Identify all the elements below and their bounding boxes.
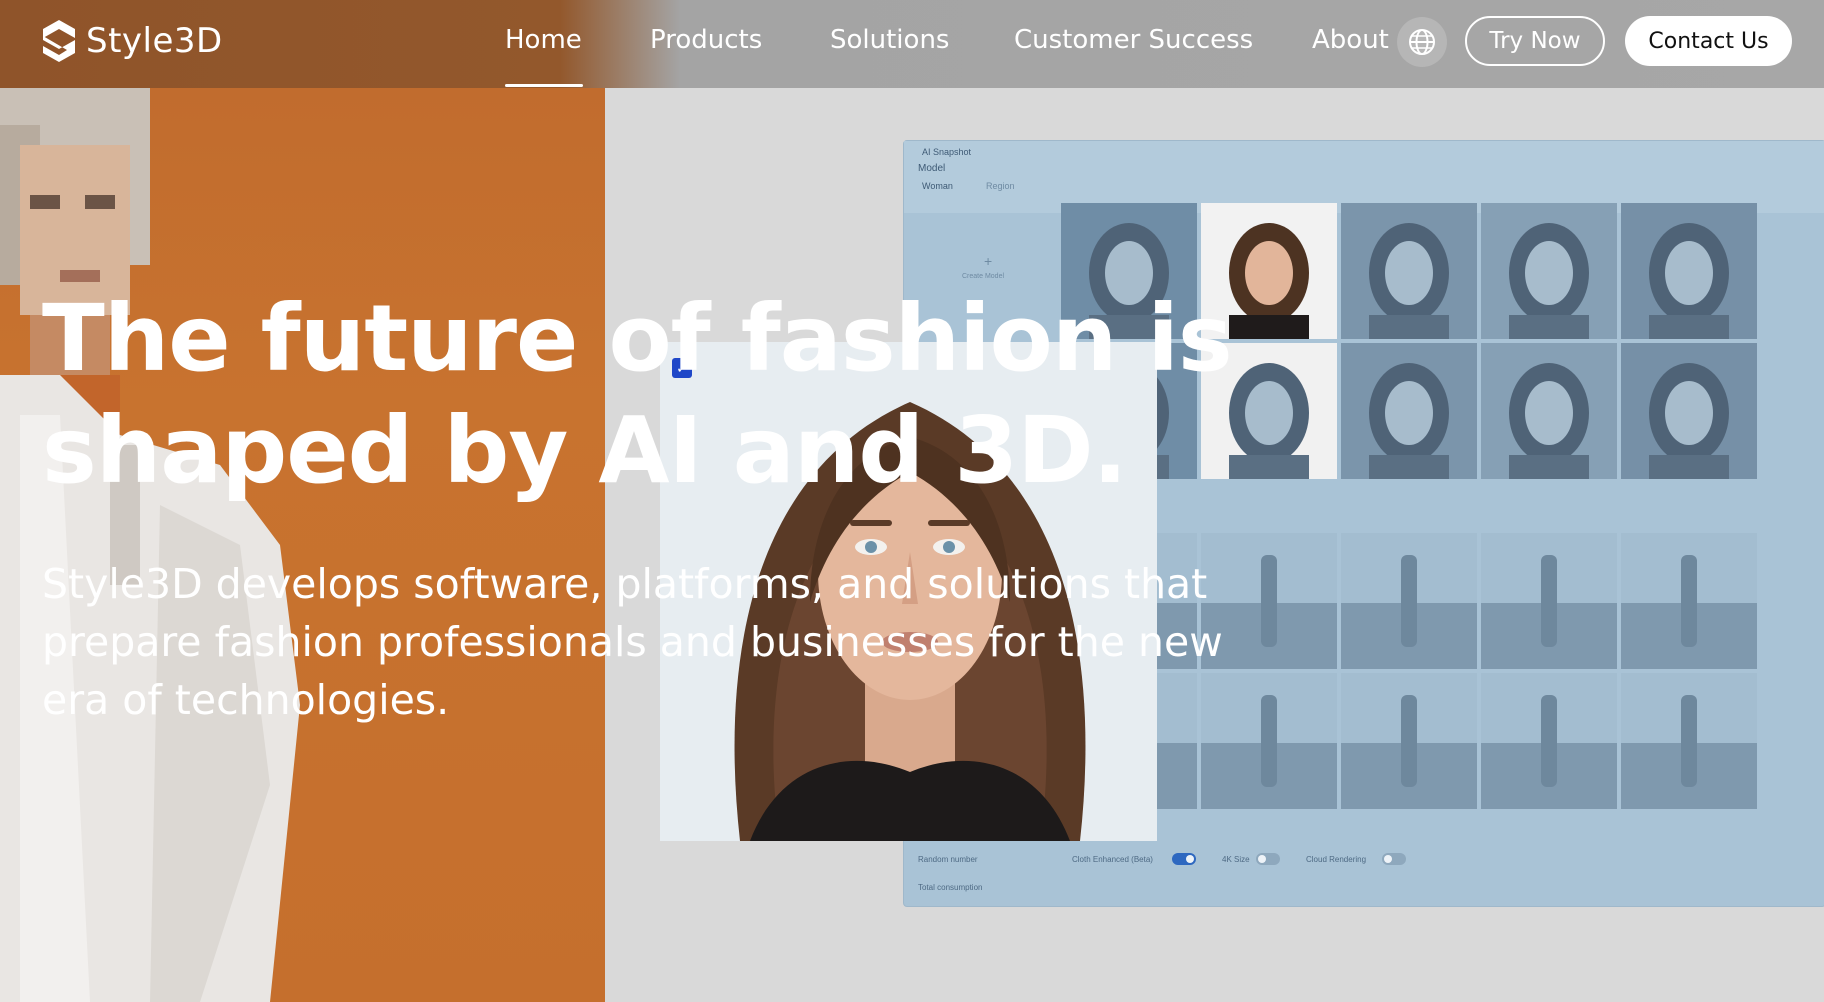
contact-us-button[interactable]: Contact Us <box>1625 16 1792 66</box>
pixelated-model-image <box>0 85 300 1002</box>
page: AI Snapshot Model Woman Region + Create … <box>0 0 1824 1002</box>
style3d-logo-icon <box>43 20 75 62</box>
scene-thumbnail[interactable] <box>1621 533 1757 669</box>
mockup-create-model-label[interactable]: Create Model <box>962 273 1004 280</box>
mockup-section-label: Model <box>918 163 946 174</box>
scene-thumbnail[interactable] <box>1481 673 1617 809</box>
cloth-enhanced-label: Cloth Enhanced (Beta) <box>1072 855 1153 864</box>
brand-logo[interactable]: Style3D <box>40 18 223 64</box>
plus-icon[interactable]: + <box>984 253 992 269</box>
size-4k-label: 4K Size <box>1222 855 1250 864</box>
globe-icon[interactable] <box>1397 17 1447 67</box>
scene-thumbnail[interactable] <box>1621 673 1757 809</box>
scene-thumbnail[interactable] <box>1341 673 1477 809</box>
nav-item-customer-success[interactable]: Customer Success <box>1014 25 1253 55</box>
nav-item-solutions[interactable]: Solutions <box>830 25 949 55</box>
mockup-title: AI Snapshot <box>922 147 972 157</box>
scene-thumbnail[interactable] <box>1481 533 1617 669</box>
nav-active-indicator <box>505 84 583 87</box>
hero-headline: The future of fashion is shaped by AI an… <box>42 285 1233 504</box>
model-thumbnail[interactable] <box>1621 203 1757 339</box>
random-number-label: Random number <box>918 855 978 864</box>
model-thumbnail[interactable] <box>1621 343 1757 479</box>
hero-subheadline: Style3D develops software, platforms, an… <box>42 560 1223 724</box>
size-4k-toggle[interactable] <box>1256 853 1280 865</box>
nav-item-home[interactable]: Home <box>505 25 582 55</box>
brand-name: Style3D <box>86 21 223 61</box>
nav-item-products[interactable]: Products <box>650 25 762 55</box>
mockup-gender-filter[interactable]: Woman <box>922 181 953 191</box>
try-now-button[interactable]: Try Now <box>1465 16 1605 66</box>
top-navigation: Style3D Home Products Solutions Customer… <box>0 0 1824 88</box>
cloth-enhanced-toggle[interactable] <box>1172 853 1196 865</box>
total-consumption-label: Total consumption <box>918 883 983 892</box>
cloud-rendering-label: Cloud Rendering <box>1306 855 1367 864</box>
nav-item-about[interactable]: About <box>1312 25 1389 55</box>
scene-thumbnail[interactable] <box>1341 533 1477 669</box>
mockup-region-filter[interactable]: Region <box>986 181 1015 191</box>
cloud-rendering-toggle[interactable] <box>1382 853 1406 865</box>
